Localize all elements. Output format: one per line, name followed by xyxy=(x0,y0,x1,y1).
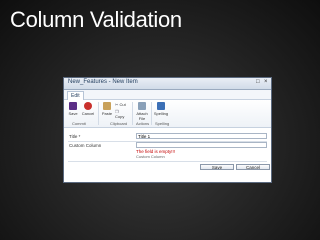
paperclip-icon xyxy=(138,102,146,110)
custom-column-field[interactable] xyxy=(136,142,267,148)
ribbon-divider xyxy=(98,102,99,125)
ribbon-divider xyxy=(151,102,152,125)
save-icon xyxy=(69,102,77,110)
ribbon: Save Cancel Commit Paste ✂ Cut ❐ Copy Cl… xyxy=(64,100,271,128)
tab-edit[interactable]: Edit xyxy=(67,91,84,100)
cancel-button[interactable]: Cancel xyxy=(236,164,270,170)
custom-column-label: Custom Column xyxy=(69,143,102,148)
group-clipboard: Clipboard xyxy=(110,121,128,126)
save-ribbon-label: Save xyxy=(68,111,78,116)
spellcheck-icon xyxy=(157,102,165,110)
spelling-label: Spelling xyxy=(153,111,169,116)
copy-button[interactable]: ❐ Copy xyxy=(115,109,129,119)
paste-icon xyxy=(103,102,111,110)
dialog-title: New_Features - New Item xyxy=(68,79,138,85)
group-spelling: Spelling xyxy=(155,121,170,126)
slide-title: Column Validation xyxy=(10,7,182,32)
ribbon-tabs: Edit xyxy=(64,90,271,100)
custom-column-hint: Custom Column xyxy=(136,154,165,159)
cancel-icon xyxy=(84,102,92,110)
copy-label: Copy xyxy=(115,114,125,119)
maximize-icon[interactable]: □ xyxy=(256,79,260,85)
group-commit: Commit xyxy=(72,121,86,126)
spelling-button[interactable]: Spelling xyxy=(153,102,169,116)
attach-file-button[interactable]: Attach File xyxy=(135,102,149,121)
title-field[interactable]: Title 1 xyxy=(136,133,267,139)
dialog-titlebar: New_Features - New Item □ × xyxy=(64,78,271,90)
group-actions: Actions xyxy=(136,121,150,126)
cut-label: Cut xyxy=(119,102,126,107)
paste-label: Paste xyxy=(101,111,113,116)
save-ribbon-button[interactable]: Save xyxy=(67,102,79,116)
close-icon[interactable]: × xyxy=(264,79,268,85)
attach-file-label: Attach File xyxy=(136,111,148,121)
paste-button[interactable]: Paste xyxy=(101,102,113,116)
save-button[interactable]: Save xyxy=(200,164,234,170)
cancel-ribbon-button[interactable]: Cancel xyxy=(81,102,95,116)
item-form: Title * Title 1 Custom Column The field … xyxy=(64,128,271,185)
divider xyxy=(68,161,267,162)
ribbon-divider xyxy=(132,102,133,125)
title-label: Title * xyxy=(69,134,81,139)
cancel-ribbon-label: Cancel xyxy=(81,111,95,116)
cut-button[interactable]: ✂ Cut xyxy=(115,102,129,107)
cut-icon: ✂ xyxy=(115,102,119,107)
new-item-dialog: New_Features - New Item □ × Edit Save Ca… xyxy=(63,77,272,183)
